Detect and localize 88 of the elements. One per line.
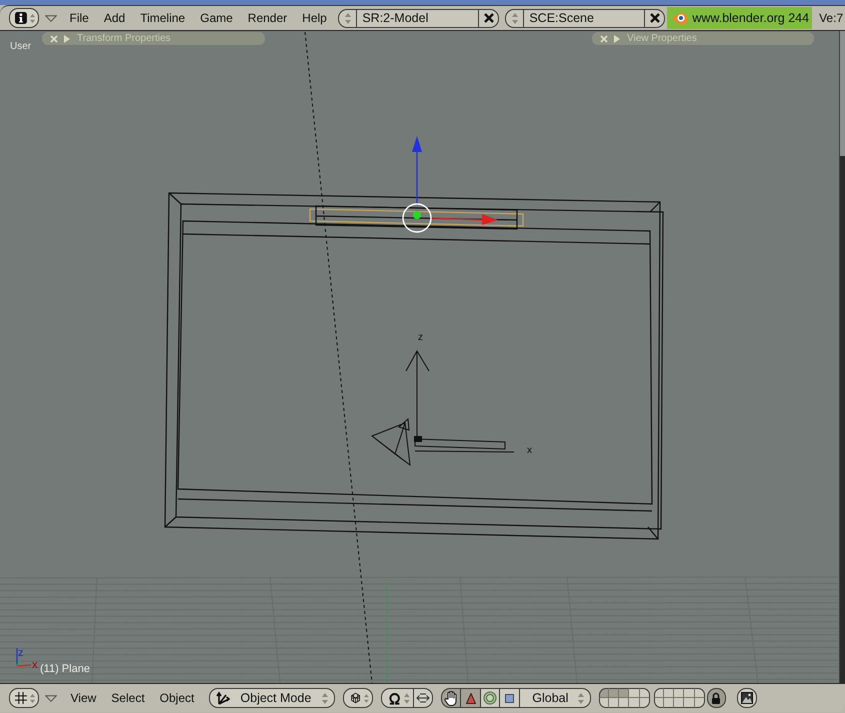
updown-arrows-icon xyxy=(30,692,35,704)
mode-dropdown[interactable]: Object Mode xyxy=(208,688,335,708)
center-dot xyxy=(413,211,421,219)
lock-icon xyxy=(711,692,722,704)
camera-wireframe xyxy=(372,418,410,466)
draw-type-button[interactable] xyxy=(342,688,373,708)
updown-arrows-icon xyxy=(322,692,328,704)
axis-label: x xyxy=(32,659,38,671)
close-icon xyxy=(650,13,660,23)
updown-arrows-icon xyxy=(512,12,518,24)
menu-item[interactable]: Timeline xyxy=(132,8,193,28)
screen-name-field[interactable]: SR:2-Model xyxy=(356,8,480,28)
view-name-label: User xyxy=(10,41,32,52)
logo-icon xyxy=(672,11,688,25)
axis-label: z xyxy=(18,647,24,659)
layer-button[interactable] xyxy=(598,698,610,708)
origin-marker xyxy=(414,436,422,442)
object-info-label: (11) Plane xyxy=(40,663,90,675)
layer-button[interactable] xyxy=(619,698,630,708)
updown-arrows-icon xyxy=(404,692,410,704)
layer-button[interactable] xyxy=(640,688,650,698)
layer-button[interactable] xyxy=(629,688,640,698)
orientation-dropdown[interactable]: Global xyxy=(518,688,591,708)
layer-button[interactable] xyxy=(654,698,664,708)
lock-button[interactable] xyxy=(706,688,726,708)
axis-label: z xyxy=(418,332,423,343)
image-icon xyxy=(740,692,753,704)
render-button[interactable] xyxy=(736,688,757,708)
scene-name-field[interactable]: SCE:Scene xyxy=(523,8,646,28)
layer-button[interactable] xyxy=(664,698,674,708)
layer-button[interactable] xyxy=(654,688,664,698)
up-arrow xyxy=(412,136,422,205)
ring-icon xyxy=(483,691,498,705)
triangle-icon xyxy=(466,692,476,704)
caret-icon xyxy=(45,14,57,22)
panel-title: Transform Properties xyxy=(77,33,171,44)
cube-icon xyxy=(350,691,362,705)
right-arrow xyxy=(430,214,498,225)
menu-item[interactable]: View xyxy=(63,688,104,708)
info-icon xyxy=(15,11,27,25)
layer-button[interactable] xyxy=(664,688,674,698)
axes-icon xyxy=(216,691,230,705)
manipulator-ring[interactable] xyxy=(402,203,432,233)
manipulator-button[interactable] xyxy=(440,688,460,708)
window-type-button[interactable] xyxy=(9,688,39,708)
close-button[interactable] xyxy=(479,8,500,28)
stats-text: Ve:7 xyxy=(819,11,844,25)
layer-button[interactable] xyxy=(640,698,650,708)
menu-item[interactable]: Help xyxy=(294,8,334,28)
square-icon xyxy=(505,694,514,702)
layer-button[interactable] xyxy=(674,688,684,698)
close-icon xyxy=(484,13,494,23)
manipulator-button[interactable] xyxy=(499,688,519,708)
axis-gizmo xyxy=(16,648,32,667)
layer-button[interactable] xyxy=(609,688,620,698)
updown-arrows-icon xyxy=(364,692,369,704)
pivot-button[interactable] xyxy=(380,688,414,708)
updown-arrows-icon xyxy=(30,12,35,24)
screen-browse-button[interactable] xyxy=(338,8,356,28)
axis-label: x xyxy=(527,445,532,456)
layer-button[interactable] xyxy=(598,688,610,698)
window-type-button[interactable] xyxy=(9,8,39,28)
layer-button[interactable] xyxy=(694,688,705,698)
menu-item[interactable]: Add xyxy=(96,8,133,28)
caret-icon xyxy=(45,694,57,702)
layer-button[interactable] xyxy=(629,698,640,708)
menu-item[interactable]: Game xyxy=(192,8,240,28)
layer-button[interactable] xyxy=(609,698,620,708)
grid-icon xyxy=(15,691,27,705)
double-arrow-icon xyxy=(416,693,430,703)
updown-arrows-icon xyxy=(578,692,584,704)
layer-button[interactable] xyxy=(619,688,630,698)
menu-item[interactable]: Render xyxy=(240,8,295,28)
layer-button[interactable] xyxy=(684,688,695,698)
menu-item[interactable]: Object xyxy=(152,688,202,708)
hand-icon xyxy=(444,690,458,706)
align-button[interactable] xyxy=(414,688,433,708)
menu-item[interactable]: File xyxy=(62,8,96,28)
layer-button[interactable] xyxy=(694,698,705,708)
layer-button[interactable] xyxy=(674,698,684,708)
omega-icon xyxy=(388,692,402,704)
menu-item[interactable]: Select xyxy=(104,688,152,708)
close-button[interactable] xyxy=(645,8,666,28)
panel-title: View Properties xyxy=(627,33,697,44)
manipulator-button[interactable] xyxy=(480,688,500,708)
scene-browse-button[interactable] xyxy=(505,8,524,28)
layer-button[interactable] xyxy=(684,698,695,708)
updown-arrows-icon xyxy=(344,12,351,24)
